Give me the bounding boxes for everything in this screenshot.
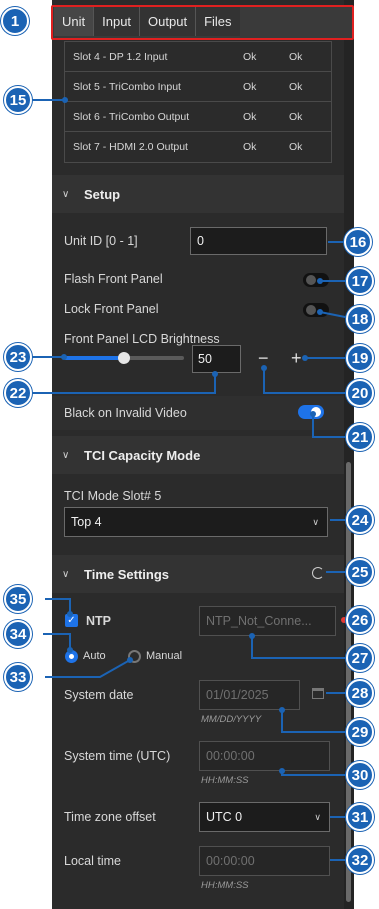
slot-status-table: Slot 4 - DP 1.2 Input Ok Ok Slot 5 - Tri…: [64, 41, 332, 163]
tci-section-header[interactable]: ∨ TCI Capacity Mode: [52, 436, 344, 474]
flash-front-panel-label: Flash Front Panel: [64, 272, 163, 286]
auto-label: Auto: [83, 650, 106, 662]
tab-bar: Unit Input Output Files: [52, 5, 352, 38]
slot-name: Slot 5 - TriCombo Input: [73, 80, 181, 93]
lcd-brightness-label: Front Panel LCD Brightness: [64, 332, 220, 346]
callout-badge: 27: [346, 644, 374, 672]
slot-name: Slot 4 - DP 1.2 Input: [73, 50, 168, 63]
flash-front-panel-toggle[interactable]: [303, 273, 329, 287]
local-time-label: Local time: [64, 854, 121, 868]
slot-status: Ok: [243, 141, 257, 153]
tz-offset-select[interactable]: UTC 0 ∨: [199, 802, 330, 832]
callout-badge: 25: [346, 558, 374, 586]
table-row: Slot 5 - TriCombo Input Ok Ok: [65, 72, 331, 102]
local-time-hint: HH:MM:SS: [201, 880, 249, 891]
slider-fill: [64, 356, 124, 360]
chevron-down-icon: ∨: [62, 449, 70, 461]
chevron-down-icon: ∨: [314, 811, 321, 822]
slider-thumb[interactable]: [118, 352, 130, 364]
unit-id-label: Unit ID [0 - 1]: [64, 234, 138, 248]
table-row: Slot 6 - TriCombo Output Ok Ok: [65, 102, 331, 132]
system-time-label: System time (UTC): [64, 749, 171, 763]
callout-badge: 31: [346, 803, 374, 831]
increment-button[interactable]: +: [291, 349, 302, 367]
slot-status: Ok: [289, 110, 303, 123]
time-title: Time Settings: [84, 566, 170, 582]
table-row: Slot 7 - HDMI 2.0 Output Ok Ok: [65, 132, 331, 162]
unit-id-input[interactable]: 0: [190, 227, 327, 255]
setup-section-header[interactable]: ∨ Setup: [52, 175, 344, 213]
callout-badge: 18: [346, 305, 374, 333]
tz-offset-label: Time zone offset: [64, 810, 156, 824]
callout-badge: 15: [4, 86, 32, 114]
ntp-label: NTP: [86, 614, 111, 628]
callout-badge: 20: [346, 379, 374, 407]
callout-badge: 24: [346, 506, 374, 534]
slot-status: Ok: [289, 141, 303, 153]
ntp-checkbox[interactable]: ✓: [65, 614, 78, 627]
callout-badge: 1: [1, 7, 29, 35]
table-row: Slot 4 - DP 1.2 Input Ok Ok: [65, 42, 331, 72]
callout-badge: 26: [346, 606, 374, 634]
tab-output[interactable]: Output: [140, 7, 197, 36]
chevron-down-icon: ∨: [312, 516, 319, 527]
callout-badge: 34: [4, 620, 32, 648]
lcd-brightness-slider[interactable]: [64, 352, 184, 364]
slot-status: Ok: [289, 80, 303, 93]
setup-title: Setup: [84, 186, 121, 202]
lock-front-panel-toggle[interactable]: [303, 303, 329, 317]
callout-badge: 29: [346, 718, 374, 746]
system-time-hint: HH:MM:SS: [201, 775, 249, 786]
lock-front-panel-label: Lock Front Panel: [64, 302, 159, 316]
tab-unit[interactable]: Unit: [54, 7, 95, 36]
callout-badge: 17: [346, 267, 374, 295]
system-date-label: System date: [64, 688, 134, 702]
check-icon: ✓: [67, 615, 76, 626]
manual-radio[interactable]: [128, 650, 141, 663]
callout-badge: 22: [4, 379, 32, 407]
slot-name: Slot 6 - TriCombo Output: [73, 110, 190, 123]
refresh-icon[interactable]: [312, 567, 324, 579]
slot-status: Ok: [243, 80, 257, 93]
callout-badge: 32: [346, 846, 374, 874]
callout-badge: 21: [346, 423, 374, 451]
black-on-invalid-toggle[interactable]: [298, 405, 324, 419]
tab-files[interactable]: Files: [196, 7, 240, 36]
local-time-input[interactable]: 00:00:00: [199, 846, 330, 876]
chevron-down-icon: ∨: [62, 188, 70, 200]
tab-input[interactable]: Input: [94, 7, 141, 36]
ntp-server-input[interactable]: NTP_Not_Conne...: [199, 606, 336, 636]
black-on-invalid-label: Black on Invalid Video: [64, 406, 187, 420]
system-date-input[interactable]: 01/01/2025: [199, 680, 300, 710]
tz-offset-value: UTC 0: [206, 810, 243, 824]
system-time-input[interactable]: 00:00:00: [199, 741, 330, 771]
manual-label: Manual: [146, 650, 183, 662]
slot-status: Ok: [289, 50, 303, 63]
callout-badge: 30: [346, 761, 374, 789]
callout-badge: 28: [346, 679, 374, 707]
decrement-button[interactable]: −: [258, 349, 269, 367]
tci-title: TCI Capacity Mode: [84, 447, 201, 463]
system-date-hint: MM/DD/YYYY: [201, 714, 262, 725]
auto-radio[interactable]: [65, 650, 78, 663]
calendar-icon[interactable]: [312, 688, 324, 699]
callout-badge: 35: [4, 585, 32, 613]
time-section-header[interactable]: ∨ Time Settings: [52, 555, 344, 593]
tci-mode-select[interactable]: Top 4 ∨: [64, 507, 328, 537]
tci-mode-value: Top 4: [71, 515, 102, 529]
lcd-brightness-input[interactable]: 50: [192, 345, 241, 373]
callout-badge: 19: [346, 344, 374, 372]
slot-name: Slot 7 - HDMI 2.0 Output: [73, 141, 188, 153]
callout-badge: 16: [344, 228, 372, 256]
tci-slot-label: TCI Mode Slot# 5: [64, 489, 162, 503]
callout-badge: 23: [4, 343, 32, 371]
slot-status: Ok: [243, 50, 257, 63]
chevron-down-icon: ∨: [62, 568, 70, 580]
slot-status: Ok: [243, 110, 257, 123]
callout-badge: 33: [4, 663, 32, 691]
